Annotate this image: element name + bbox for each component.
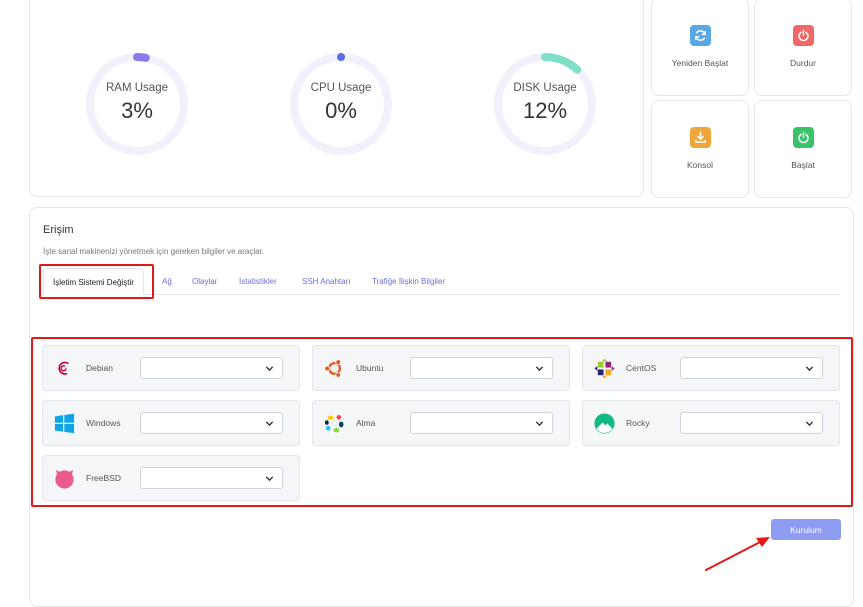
- chevron-down-icon: [265, 366, 274, 372]
- debian-icon: [58, 361, 69, 375]
- chevron-down-icon: [535, 366, 544, 372]
- ram-usage-gauge: RAM Usage 3%: [82, 49, 192, 159]
- stop-button[interactable]: Durdur: [754, 0, 852, 96]
- chevron-down-icon: [535, 421, 544, 427]
- disk-usage-value: 12%: [522, 98, 568, 123]
- tab-events[interactable]: Olaylar: [192, 277, 217, 286]
- cpu-usage-gauge: CPU Usage 0%: [286, 49, 396, 159]
- cpu-usage-label: CPU Usage: [310, 82, 372, 94]
- start-button[interactable]: Başlat: [754, 100, 852, 198]
- os-option-centos: CentOS: [582, 345, 840, 391]
- disk-usage-gauge: DISK Usage 12%: [490, 49, 600, 159]
- tabs-divider: [43, 294, 840, 295]
- os-name: Alma: [356, 418, 376, 428]
- restart-button[interactable]: Yeniden Başlat: [651, 0, 749, 96]
- annotation-arrow-icon: [705, 537, 770, 571]
- freebsd-version-select[interactable]: [140, 467, 283, 489]
- freebsd-icon: [55, 469, 74, 489]
- os-option-freebsd: FreeBSD: [42, 455, 300, 501]
- os-name: FreeBSD: [86, 473, 121, 483]
- access-subtitle: İşte sanal makinenizi yönetmek için gere…: [43, 247, 264, 256]
- tab-statistics[interactable]: İstatistikler: [239, 277, 277, 286]
- os-name: CentOS: [626, 363, 657, 373]
- os-option-rocky: Rocky: [582, 400, 840, 446]
- console-label: Konsol: [687, 160, 713, 170]
- os-option-alma: Alma: [312, 400, 570, 446]
- install-button[interactable]: Kurulum: [771, 519, 841, 540]
- chevron-down-icon: [265, 421, 274, 427]
- power-icon: [793, 127, 814, 148]
- usage-card: RAM Usage 3% CPU Usage 0% DISK Usage 12%: [29, 0, 644, 197]
- os-name: Windows: [86, 418, 121, 428]
- stop-label: Durdur: [790, 58, 816, 68]
- chevron-down-icon: [805, 421, 814, 427]
- refresh-icon: [690, 25, 711, 46]
- os-name: Rocky: [626, 418, 650, 428]
- os-option-ubuntu: Ubuntu: [312, 345, 570, 391]
- rocky-icon: [594, 413, 615, 434]
- centos-version-select[interactable]: [680, 357, 823, 379]
- chevron-down-icon: [265, 476, 274, 482]
- ram-usage-value: 3%: [121, 98, 153, 123]
- power-icon: [793, 25, 814, 46]
- restart-label: Yeniden Başlat: [671, 58, 729, 68]
- os-name: Debian: [86, 363, 113, 373]
- ram-usage-label: RAM Usage: [106, 82, 168, 94]
- cpu-usage-value: 0%: [325, 98, 357, 123]
- os-option-windows: Windows: [42, 400, 300, 446]
- access-title: Erişim: [43, 224, 74, 236]
- tab-network[interactable]: Ağ: [162, 277, 172, 286]
- windows-version-select[interactable]: [140, 412, 283, 434]
- tab-ssh-key[interactable]: SSH Anahtarı: [302, 277, 350, 286]
- windows-icon: [54, 413, 75, 434]
- alma-version-select[interactable]: [410, 412, 553, 434]
- start-label: Başlat: [791, 160, 815, 170]
- download-icon: [690, 127, 711, 148]
- console-button[interactable]: Konsol: [651, 100, 749, 198]
- ubuntu-version-select[interactable]: [410, 357, 553, 379]
- tab-traffic-info[interactable]: Trafiğe İlişkin Bilgiler: [372, 277, 445, 286]
- debian-version-select[interactable]: [140, 357, 283, 379]
- tab-change-os[interactable]: İşletim Sistemi Değiştir: [43, 268, 144, 295]
- centos-icon: [594, 358, 615, 379]
- os-name: Ubuntu: [356, 363, 384, 373]
- disk-usage-label: DISK Usage: [513, 82, 577, 94]
- os-option-debian: Debian: [42, 345, 300, 391]
- chevron-down-icon: [805, 366, 814, 372]
- rocky-version-select[interactable]: [680, 412, 823, 434]
- alma-icon: [324, 414, 344, 433]
- ubuntu-icon: [324, 359, 342, 378]
